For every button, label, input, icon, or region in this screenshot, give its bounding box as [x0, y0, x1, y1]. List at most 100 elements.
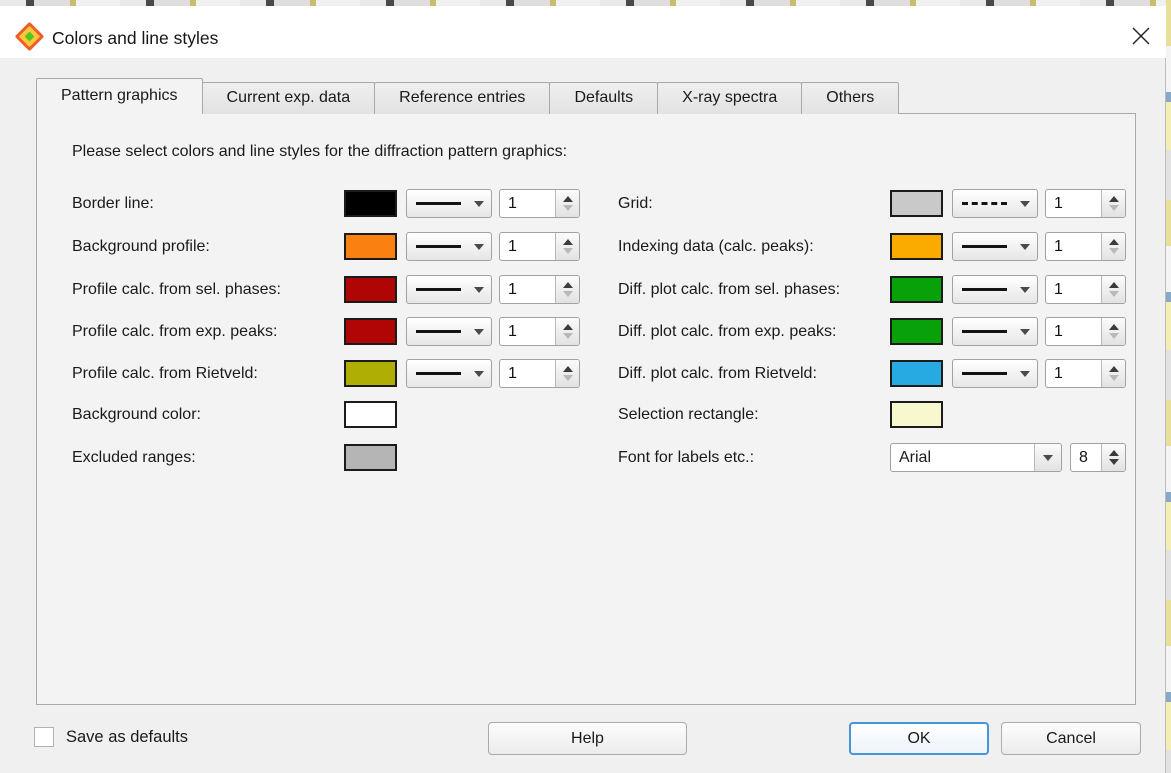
tab-others[interactable]: Others	[801, 82, 899, 114]
color-swatch[interactable]	[890, 318, 943, 345]
spin-down-icon[interactable]	[1109, 333, 1119, 339]
line-style-select[interactable]	[406, 317, 492, 346]
color-swatch[interactable]	[344, 444, 397, 471]
spin-down-icon[interactable]	[563, 333, 573, 339]
line-style-select[interactable]	[952, 317, 1038, 346]
tab-xray-spectra[interactable]: X-ray spectra	[657, 82, 802, 114]
line-width-spinner[interactable]: 1	[1045, 317, 1126, 346]
chevron-down-icon	[474, 371, 484, 377]
setting-label: Profile calc. from Rietveld:	[72, 359, 258, 388]
setting-row-diffplot-exp-peaks: Diff. plot calc. from exp. peaks: 1	[618, 317, 1158, 346]
line-style-sample	[962, 202, 1007, 205]
font-size-spinner[interactable]: 8	[1070, 443, 1126, 472]
spin-up-icon[interactable]	[563, 324, 573, 330]
color-swatch[interactable]	[344, 190, 397, 217]
spin-up-icon[interactable]	[1109, 366, 1119, 372]
line-style-select[interactable]	[406, 359, 492, 388]
close-button[interactable]	[1124, 19, 1158, 53]
spinner-value: 8	[1071, 444, 1101, 471]
line-style-sample	[416, 372, 461, 375]
line-style-select[interactable]	[406, 232, 492, 261]
help-button[interactable]: Help	[488, 722, 687, 755]
cancel-button[interactable]: Cancel	[1001, 722, 1141, 755]
color-swatch[interactable]	[890, 401, 943, 428]
line-width-spinner[interactable]: 1	[499, 317, 580, 346]
spin-up-icon[interactable]	[1109, 324, 1119, 330]
color-swatch[interactable]	[344, 360, 397, 387]
setting-label: Background color:	[72, 400, 201, 429]
spin-down-icon[interactable]	[1109, 205, 1119, 211]
line-style-select[interactable]	[952, 232, 1038, 261]
spin-down-icon[interactable]	[1109, 459, 1119, 465]
chevron-down-icon	[474, 329, 484, 335]
setting-row-grid: Grid: 1	[618, 189, 1158, 218]
spin-down-icon[interactable]	[563, 248, 573, 254]
spin-down-icon[interactable]	[1109, 291, 1119, 297]
ok-button[interactable]: OK	[849, 722, 989, 755]
spin-up-icon[interactable]	[563, 239, 573, 245]
spin-up-icon[interactable]	[563, 366, 573, 372]
color-swatch[interactable]	[890, 360, 943, 387]
spin-up-icon[interactable]	[563, 196, 573, 202]
line-style-select[interactable]	[406, 189, 492, 218]
setting-label: Background profile:	[72, 232, 210, 261]
tab-defaults[interactable]: Defaults	[549, 82, 658, 114]
spinner-value: 1	[1046, 276, 1101, 303]
window-title: Colors and line styles	[52, 12, 218, 64]
line-style-select[interactable]	[406, 275, 492, 304]
app-icon	[16, 23, 42, 49]
setting-row-background-color: Background color:	[72, 400, 612, 429]
tab-current-exp-data[interactable]: Current exp. data	[202, 82, 376, 114]
color-swatch[interactable]	[344, 233, 397, 260]
spin-down-icon[interactable]	[1109, 248, 1119, 254]
line-style-select[interactable]	[952, 275, 1038, 304]
spinner-value: 1	[500, 276, 555, 303]
line-style-sample	[416, 202, 461, 205]
color-swatch[interactable]	[890, 276, 943, 303]
line-width-spinner[interactable]: 1	[499, 232, 580, 261]
chevron-down-icon	[1043, 455, 1053, 461]
line-style-select[interactable]	[952, 189, 1038, 218]
tab-pattern-graphics[interactable]: Pattern graphics	[36, 78, 203, 114]
spin-up-icon[interactable]	[563, 282, 573, 288]
spin-up-icon[interactable]	[1109, 196, 1119, 202]
line-width-spinner[interactable]: 1	[499, 275, 580, 304]
setting-row-border-line: Border line: 1	[72, 189, 612, 218]
setting-label: Border line:	[72, 189, 154, 218]
line-width-spinner[interactable]: 1	[499, 359, 580, 388]
font-select[interactable]: Arial	[890, 443, 1062, 472]
line-width-spinner[interactable]: 1	[499, 189, 580, 218]
line-width-spinner[interactable]: 1	[1045, 359, 1126, 388]
line-width-spinner[interactable]: 1	[1045, 232, 1126, 261]
title-bar: Colors and line styles	[0, 6, 1166, 58]
setting-label: Diff. plot calc. from Rietveld:	[618, 359, 817, 388]
line-style-select[interactable]	[952, 359, 1038, 388]
spin-up-icon[interactable]	[1109, 282, 1119, 288]
save-as-defaults-checkbox[interactable]	[34, 727, 54, 747]
line-width-spinner[interactable]: 1	[1045, 275, 1126, 304]
setting-label: Selection rectangle:	[618, 400, 759, 429]
color-swatch[interactable]	[344, 401, 397, 428]
setting-row-selection-rectangle: Selection rectangle:	[618, 400, 1158, 429]
color-swatch[interactable]	[890, 190, 943, 217]
setting-label: Indexing data (calc. peaks):	[618, 232, 814, 261]
tab-reference-entries[interactable]: Reference entries	[374, 82, 550, 114]
spin-down-icon[interactable]	[1109, 375, 1119, 381]
spin-down-icon[interactable]	[563, 205, 573, 211]
tab-bar: Pattern graphics Current exp. data Refer…	[36, 78, 899, 114]
setting-row-profile-exp-peaks: Profile calc. from exp. peaks: 1	[72, 317, 612, 346]
background-window-strip-right	[1166, 0, 1171, 773]
setting-label: Excluded ranges:	[72, 443, 196, 472]
color-swatch[interactable]	[344, 276, 397, 303]
spinner-value: 1	[500, 190, 555, 217]
setting-label: Font for labels etc.:	[618, 443, 754, 472]
spin-down-icon[interactable]	[563, 375, 573, 381]
spin-up-icon[interactable]	[1109, 239, 1119, 245]
color-swatch[interactable]	[344, 318, 397, 345]
line-width-spinner[interactable]: 1	[1045, 189, 1126, 218]
setting-row-background-profile: Background profile: 1	[72, 232, 612, 261]
line-style-sample	[962, 245, 1007, 248]
color-swatch[interactable]	[890, 233, 943, 260]
spin-up-icon[interactable]	[1109, 450, 1119, 456]
spin-down-icon[interactable]	[563, 291, 573, 297]
